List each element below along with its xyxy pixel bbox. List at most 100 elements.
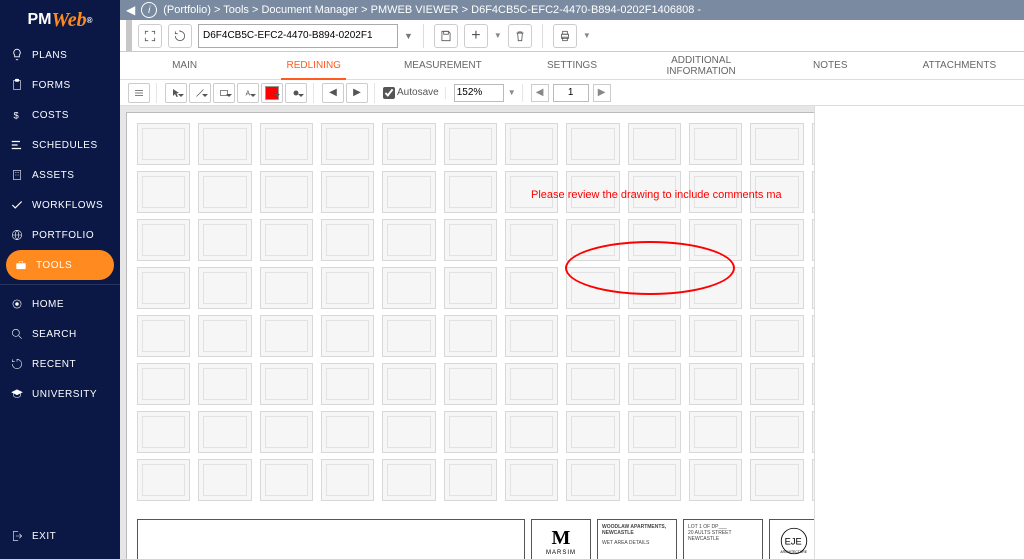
page-next-button[interactable]: ▶	[593, 84, 611, 102]
project-name: WOODLAW APARTMENTS, NEWCASTLE	[602, 524, 672, 536]
zoom-dropdown-icon[interactable]: ▼	[508, 88, 516, 97]
elevation-thumbnail	[198, 315, 251, 357]
refresh-button[interactable]	[168, 24, 192, 48]
sidebar-item-recent[interactable]: RECENT	[0, 349, 120, 379]
print-button[interactable]	[553, 24, 577, 48]
drawing-sheet[interactable]: Please review the drawing to include com…	[126, 112, 814, 559]
elevation-thumbnail	[628, 123, 681, 165]
color-tool[interactable]	[261, 83, 283, 103]
elevation-thumbnail	[505, 267, 558, 309]
add-dropdown-icon[interactable]: ▼	[494, 31, 502, 40]
elevation-thumbnail	[382, 267, 435, 309]
text-tool[interactable]: A	[237, 83, 259, 103]
elevation-thumbnail	[750, 123, 803, 165]
tab-additional-info[interactable]: ADDITIONAL INFORMATION	[637, 52, 766, 79]
app-logo: PMWeb®	[0, 0, 120, 40]
sidebar-item-tools[interactable]: TOOLS	[6, 250, 114, 280]
sidebar-item-plans[interactable]: PLANS	[0, 40, 120, 70]
elevation-thumbnail	[198, 219, 251, 261]
rect-tool[interactable]	[213, 83, 235, 103]
elevation-thumbnail	[444, 411, 497, 453]
page-input[interactable]	[553, 84, 589, 102]
elevation-thumbnail	[444, 219, 497, 261]
svg-text:$: $	[14, 111, 20, 121]
elevation-thumbnail	[137, 123, 190, 165]
elevation-thumbnail	[444, 123, 497, 165]
elevation-thumbnail	[750, 363, 803, 405]
page-prev-button[interactable]: ◀	[531, 84, 549, 102]
sidebar-item-portfolio[interactable]: PORTFOLIO	[0, 220, 120, 250]
viewer-scroll[interactable]: Please review the drawing to include com…	[120, 106, 814, 559]
delete-button[interactable]	[508, 24, 532, 48]
main-area: ◀ i (Portfolio) > Tools > Document Manag…	[120, 0, 1024, 559]
document-select[interactable]	[198, 24, 398, 48]
sidebar-item-assets[interactable]: ASSETS	[0, 160, 120, 190]
sidebar-item-costs[interactable]: $ COSTS	[0, 100, 120, 130]
sidebar-item-label: ASSETS	[32, 170, 74, 181]
panel-resize-handle[interactable]	[126, 20, 132, 51]
sidebar-item-label: PORTFOLIO	[32, 230, 94, 241]
save-button[interactable]	[434, 24, 458, 48]
sidebar-item-search[interactable]: SEARCH	[0, 319, 120, 349]
doc-select-chevron-icon[interactable]: ▼	[404, 31, 413, 41]
redline-annotation-ellipse[interactable]	[565, 241, 735, 295]
print-dropdown-icon[interactable]: ▼	[583, 31, 591, 40]
sheet-name: WET AREA DETAILS	[602, 540, 672, 546]
elevation-thumbnail	[321, 171, 374, 213]
elevation-thumbnail	[198, 459, 251, 501]
sidebar-item-home[interactable]: HOME	[0, 289, 120, 319]
pointer-tool[interactable]	[165, 83, 187, 103]
line-tool[interactable]	[189, 83, 211, 103]
redline-annotation-text[interactable]: Please review the drawing to include com…	[531, 189, 782, 201]
sidebar-item-label: TOOLS	[36, 260, 72, 271]
elevation-thumbnail	[260, 315, 313, 357]
elevation-thumbnail	[750, 219, 803, 261]
lineweight-tool[interactable]	[285, 83, 307, 103]
autosave-checkbox[interactable]	[383, 87, 395, 99]
prev-annotation-button[interactable]: ◀	[322, 83, 344, 103]
toolbox-icon	[14, 258, 28, 272]
tab-attachments[interactable]: ATTACHMENTS	[895, 52, 1024, 79]
elevation-thumbnail	[382, 459, 435, 501]
hamburger-icon[interactable]	[128, 83, 150, 103]
logo-pm: PM	[27, 11, 51, 29]
tab-redlining[interactable]: REDLINING	[249, 52, 378, 79]
back-chevron-icon[interactable]: ◀	[126, 3, 135, 17]
sidebar-item-schedules[interactable]: SCHEDULES	[0, 130, 120, 160]
sidebar-item-label: PLANS	[32, 50, 67, 61]
tab-notes[interactable]: NOTES	[766, 52, 895, 79]
elevation-thumbnail	[382, 363, 435, 405]
elevation-thumbnail	[137, 219, 190, 261]
color-swatch	[265, 86, 279, 100]
elevation-thumbnail	[260, 171, 313, 213]
elevation-thumbnail	[260, 363, 313, 405]
top-toolbar: ▼ + ▼ ▼	[120, 20, 1024, 52]
sidebar-item-label: HOME	[32, 299, 64, 310]
breadcrumb-bar: ◀ i (Portfolio) > Tools > Document Manag…	[120, 0, 1024, 20]
add-button[interactable]: +	[464, 24, 488, 48]
tab-measurement[interactable]: MEASUREMENT	[378, 52, 507, 79]
tab-settings[interactable]: SETTINGS	[507, 52, 636, 79]
elevation-thumbnail	[505, 315, 558, 357]
tab-main[interactable]: MAIN	[120, 52, 249, 79]
sidebar-item-exit[interactable]: EXIT	[0, 521, 120, 551]
elevation-thumbnail	[137, 411, 190, 453]
check-icon	[10, 198, 24, 212]
titleblock: M MARSIM WOODLAW APARTMENTS, NEWCASTLE W…	[137, 519, 814, 559]
sidebar-item-forms[interactable]: FORMS	[0, 70, 120, 100]
expand-button[interactable]	[138, 24, 162, 48]
clipboard-icon	[10, 78, 24, 92]
bulb-icon	[10, 48, 24, 62]
zoom-input[interactable]	[454, 84, 504, 102]
elevation-thumbnail	[689, 411, 742, 453]
breadcrumb[interactable]: (Portfolio) > Tools > Document Manager >…	[163, 4, 701, 16]
elevation-thumbnail	[137, 459, 190, 501]
sidebar: PMWeb® PLANS FORMS $ COSTS SCHEDULES ASS…	[0, 0, 120, 559]
redline-toolbar: A ◀ ▶ Autosave ▼ ◀ ▶	[120, 80, 1024, 106]
sidebar-item-university[interactable]: UNIVERSITY	[0, 379, 120, 409]
elevation-thumbnail	[505, 411, 558, 453]
info-icon[interactable]: i	[141, 2, 157, 18]
firm1-logo: M	[552, 527, 571, 550]
next-annotation-button[interactable]: ▶	[346, 83, 368, 103]
sidebar-item-workflows[interactable]: WORKFLOWS	[0, 190, 120, 220]
